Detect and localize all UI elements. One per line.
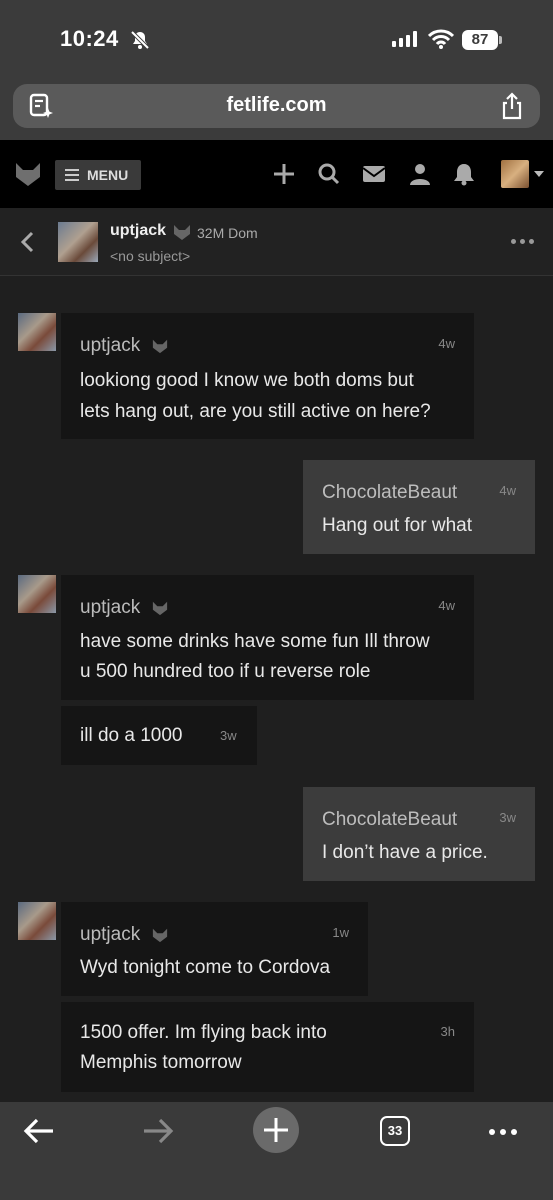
plus-icon[interactable] xyxy=(272,162,296,186)
browser-chrome: 10:24 87 fetlife.com xyxy=(0,0,553,140)
conversation-header: uptjack 32M Dom <no subject> xyxy=(0,208,553,276)
message-time: 4w xyxy=(438,336,455,351)
user-meta: 32M Dom xyxy=(197,225,258,241)
url-bar[interactable]: fetlife.com xyxy=(13,84,540,128)
battery-icon: 87 xyxy=(462,30,502,50)
site-nav: MENU xyxy=(0,140,553,208)
mask-icon xyxy=(174,225,190,240)
new-tab-button[interactable] xyxy=(253,1107,299,1153)
mask-icon xyxy=(152,339,168,354)
wifi-icon xyxy=(428,29,454,49)
menu-button[interactable]: MENU xyxy=(55,160,141,190)
avatar[interactable] xyxy=(18,313,56,351)
message-text-line: have some drinks have some fun Ill throw xyxy=(80,631,430,652)
message-bubble: ill do a 1000 3w xyxy=(61,706,257,765)
message-bubble: ChocolateBeaut 4w Hang out for what xyxy=(303,460,535,554)
more-options-icon[interactable] xyxy=(511,239,534,244)
mask-icon xyxy=(152,928,168,943)
back-arrow-icon[interactable] xyxy=(22,1114,56,1148)
tabs-icon[interactable]: 33 xyxy=(380,1116,410,1146)
message-text-line: Memphis tomorrow xyxy=(80,1052,242,1073)
message-bubble: uptjack 1w Wyd tonight come to Cordova xyxy=(61,902,368,996)
message-sender[interactable]: uptjack xyxy=(80,335,140,357)
message-time: 3w xyxy=(220,728,237,743)
browser-toolbar: 33 xyxy=(0,1102,553,1200)
url-text[interactable]: fetlife.com xyxy=(13,94,540,117)
chevron-down-icon[interactable] xyxy=(534,171,544,177)
avatar[interactable] xyxy=(18,575,56,613)
message-text-line: I don’t have a price. xyxy=(322,842,488,863)
message-time: 4w xyxy=(438,598,455,613)
mask-icon xyxy=(152,601,168,616)
message-text-line: Hang out for what xyxy=(322,515,472,536)
signal-icon xyxy=(392,31,417,47)
avatar[interactable] xyxy=(18,902,56,940)
message-sender[interactable]: ChocolateBeaut xyxy=(322,809,457,831)
message-text-line: u 500 hundred too if u reverse role xyxy=(80,661,371,682)
mail-icon[interactable] xyxy=(362,162,386,186)
message-bubble: uptjack 4w have some drinks have some fu… xyxy=(61,575,474,700)
menu-label: MENU xyxy=(87,167,129,183)
search-icon[interactable] xyxy=(317,162,341,186)
message-sender[interactable]: uptjack xyxy=(80,597,140,619)
message-time: 4w xyxy=(499,483,516,498)
message-text-line: 1500 offer. Im flying back into xyxy=(80,1022,327,1043)
message-sender[interactable]: ChocolateBeaut xyxy=(322,482,457,504)
avatar[interactable] xyxy=(58,222,98,262)
message-time: 3w xyxy=(499,810,516,825)
conversation-subject: <no subject> xyxy=(110,248,191,264)
message-bubble: uptjack 4w lookiong good I know we both … xyxy=(61,313,474,439)
more-icon[interactable] xyxy=(489,1129,517,1135)
message-time: 3h xyxy=(440,1024,455,1039)
message-sender[interactable]: uptjack xyxy=(80,924,140,946)
new-tab-plus-icon xyxy=(264,1118,288,1142)
status-time: 10:24 xyxy=(60,26,119,51)
message-bubble: ChocolateBeaut 3w I don’t have a price. xyxy=(303,787,535,881)
account-avatar[interactable] xyxy=(501,160,529,188)
message-text-line: lookiong good I know we both doms but xyxy=(80,370,414,391)
chevron-left-icon[interactable] xyxy=(18,230,36,254)
message-text-line: Wyd tonight come to Cordova xyxy=(80,957,331,978)
message-text-line: ill do a 1000 xyxy=(80,725,183,746)
message-bubble: 1500 offer. Im flying back into Memphis … xyxy=(61,1002,474,1092)
hamburger-icon xyxy=(65,169,79,181)
conversation-username[interactable]: uptjack xyxy=(110,222,166,240)
bell-icon[interactable] xyxy=(452,162,476,186)
user-icon[interactable] xyxy=(408,162,432,186)
share-icon[interactable] xyxy=(500,92,524,120)
bell-off-icon xyxy=(130,30,150,50)
fetlife-logo-icon[interactable] xyxy=(14,160,42,188)
message-text-line: lets hang out, are you still active on h… xyxy=(80,401,431,422)
message-time: 1w xyxy=(332,925,349,940)
forward-arrow-icon[interactable] xyxy=(141,1114,175,1148)
